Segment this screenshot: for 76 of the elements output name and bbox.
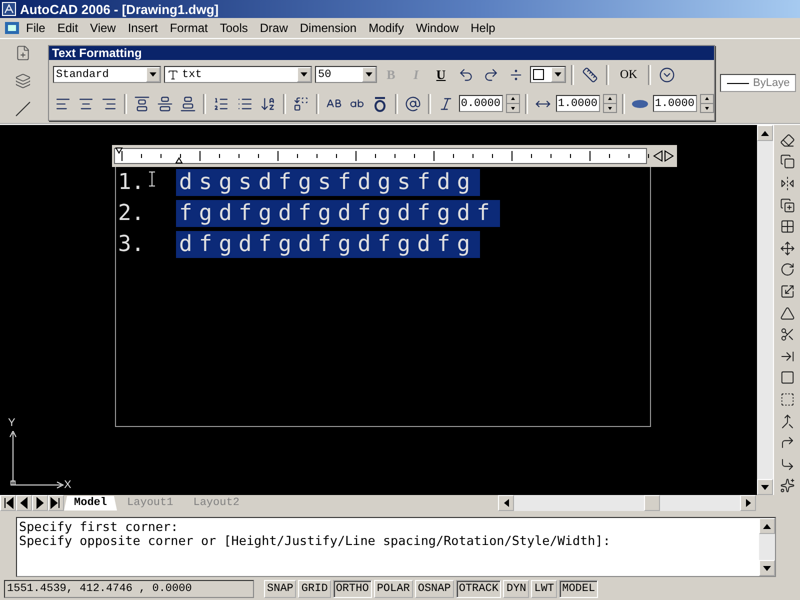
- list-number: 1.: [117, 170, 146, 195]
- oblique-field[interactable]: 0.0000: [458, 95, 503, 112]
- format-button[interactable]: U: [430, 64, 452, 84]
- window-title: AutoCAD 2006 - [Drawing1.dwg]: [20, 2, 219, 16]
- menu-item[interactable]: Dimension: [294, 21, 363, 35]
- menu-item[interactable]: File: [20, 21, 52, 35]
- menu-item[interactable]: Modify: [362, 21, 410, 35]
- line-sample: [727, 82, 749, 84]
- next-icon: [34, 497, 46, 509]
- scroll-right-button[interactable]: [740, 495, 756, 511]
- axis-label: X: [64, 479, 72, 491]
- list-number: 3.: [117, 232, 146, 257]
- arrows-icon: [653, 150, 675, 162]
- menu-item[interactable]: Insert: [122, 21, 164, 35]
- scroll-down-button[interactable]: [757, 479, 773, 495]
- scroll-down-button[interactable]: [759, 560, 775, 576]
- tab-nav-button[interactable]: [0, 495, 16, 511]
- tab-nav-button[interactable]: [32, 495, 48, 511]
- down-arrow-icon: [761, 484, 769, 490]
- menu-item[interactable]: Help: [464, 21, 502, 35]
- tab-nav-button[interactable]: [16, 495, 32, 511]
- spinner-control[interactable]: [700, 94, 714, 113]
- command-line: Specify first corner:: [19, 520, 180, 534]
- menu-item[interactable]: Window: [410, 21, 465, 35]
- scroll-thumb[interactable]: [644, 495, 660, 511]
- font-dropdown[interactable]: txt: [164, 66, 312, 83]
- caret-icon: [362, 67, 376, 82]
- last-icon: [50, 497, 62, 509]
- caret-icon: [297, 67, 311, 82]
- scroll-up-button[interactable]: [759, 518, 775, 534]
- status-toggle[interactable]: ORTHO: [332, 580, 372, 598]
- spinner-control[interactable]: [506, 94, 520, 113]
- status-toggle[interactable]: MODEL: [559, 580, 598, 598]
- status-toggle[interactable]: POLAR: [374, 580, 413, 598]
- up-arrow-icon: [761, 130, 769, 136]
- command-line: Specify opposite corner or [Height/Justify/Line spacing/Rotation/Style/Width]:: [19, 534, 612, 548]
- app-icon: [2, 2, 16, 16]
- caret-icon: [146, 67, 160, 82]
- menu-item[interactable]: Tools: [214, 21, 254, 35]
- menu-item[interactable]: Edit: [51, 21, 84, 35]
- document-icon: [4, 21, 20, 35]
- down-arrow-icon: [763, 566, 771, 570]
- linetype-dropdown[interactable]: ByLaye: [720, 74, 796, 92]
- list-number: 2.: [117, 201, 146, 226]
- style-dropdown[interactable]: Standard: [53, 66, 161, 83]
- color-dropdown[interactable]: [530, 66, 566, 83]
- menu-item[interactable]: View: [84, 21, 122, 35]
- first-icon: [2, 497, 14, 509]
- scroll-up-button[interactable]: [757, 125, 773, 141]
- status-toggle[interactable]: OTRACK: [456, 580, 502, 598]
- status-toggle[interactable]: OSNAP: [414, 580, 454, 598]
- height-dropdown[interactable]: 50: [315, 66, 377, 83]
- scroll-left-button[interactable]: [498, 495, 514, 511]
- caret-icon: [551, 67, 565, 82]
- status-toggle[interactable]: LWT: [531, 580, 558, 598]
- tab-nav-button[interactable]: [48, 495, 64, 511]
- color-swatch-icon: [533, 69, 544, 80]
- ok-button[interactable]: OK: [614, 64, 644, 84]
- menu-item[interactable]: Draw: [254, 21, 294, 35]
- tracking-field[interactable]: 1.0000: [556, 95, 600, 112]
- status-toggle[interactable]: GRID: [298, 580, 331, 598]
- status-toggle[interactable]: DYN: [503, 580, 530, 598]
- spinner-control[interactable]: [602, 94, 617, 113]
- menu-item[interactable]: Format: [164, 21, 214, 35]
- coordinates-readout: 1551.4539, 412.4746 , 0.0000: [4, 580, 254, 598]
- previous-icon: [18, 497, 30, 509]
- axis-label: Y: [8, 417, 16, 429]
- up-arrow-icon: [763, 524, 771, 528]
- width-factor-field[interactable]: 1.0000: [652, 95, 697, 112]
- right-arrow-icon: [746, 499, 750, 507]
- left-arrow-icon: [504, 499, 508, 507]
- text-cursor-icon: [149, 171, 155, 187]
- font-icon: [167, 68, 179, 80]
- status-toggle[interactable]: SNAP: [264, 580, 296, 598]
- toolbar-title: Text Formatting: [49, 46, 714, 60]
- layout-tab[interactable]: Model: [64, 496, 118, 510]
